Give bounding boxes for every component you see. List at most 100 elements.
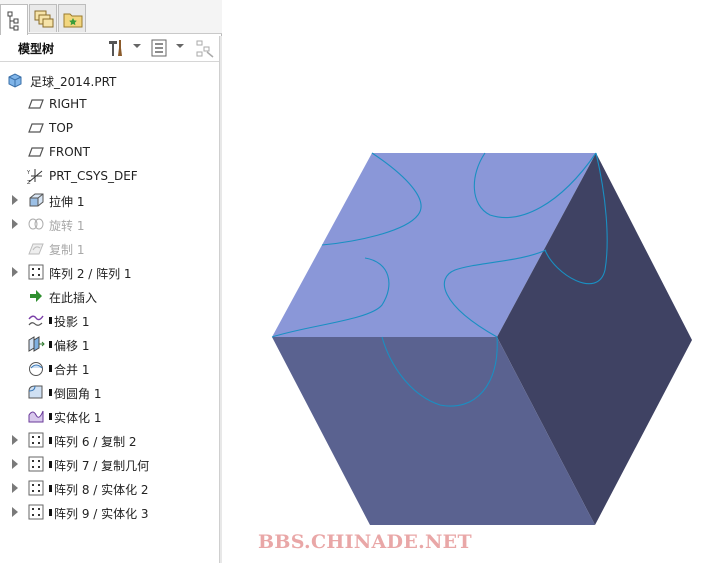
part-icon [8,73,22,88]
panel-tab-bar [0,0,222,35]
tree-item-text: 倒圆角 1 [54,387,102,401]
tree-root[interactable]: 足球_2014.PRT [0,68,220,92]
tree-item-label: PRT_CSYS_DEF [49,169,138,183]
tree-item-label: 阵列 7 / 复制几何 [49,457,149,474]
tree-filter-icon[interactable] [150,38,170,58]
offset-icon [28,336,45,352]
tree-item-merge[interactable]: 合并 1 [0,356,220,380]
tree-item-label: 阵列 8 / 实体化 2 [49,481,149,498]
pattern-icon [28,432,44,448]
model-tree-tab[interactable] [0,4,28,35]
datum-plane-icon [28,123,44,133]
tree-filter-dropdown-arrow[interactable] [176,44,184,48]
tree-item-top[interactable]: TOP [0,116,220,140]
tree-item-text: 投影 1 [54,315,90,329]
tree-item-text: 阵列 7 / 复制几何 [54,459,150,473]
layers-tab[interactable] [29,4,57,32]
tree-item-text: 阵列 8 / 实体化 2 [54,483,149,497]
tree-item-text: 偏移 1 [54,339,90,353]
model-tree-toolbar: 模型树 [0,36,220,60]
tree-item-label: 阵列 2 / 阵列 1 [49,267,132,281]
revolve-icon [28,218,44,230]
expand-arrow-icon[interactable] [12,483,18,493]
copy-icon [28,243,44,255]
round-icon [28,385,43,399]
tree-item-pattern-9[interactable]: 阵列 9 / 实体化 3 [0,500,220,524]
cube-model[interactable] [223,0,715,563]
tree-item-copy[interactable]: 复制 1 [0,236,220,260]
flag-marker [49,413,52,420]
tree-item-label: 阵列 9 / 实体化 3 [49,505,149,522]
favorites-tab[interactable] [58,4,86,32]
tree-item-revolve[interactable]: 旋转 1 [0,212,220,236]
tree-item-label: 投影 1 [49,313,89,330]
tree-item-pattern-7[interactable]: 阵列 7 / 复制几何 [0,452,220,476]
pattern-icon [28,480,44,496]
flag-marker [49,341,52,348]
tree-item-label: 复制 1 [49,243,85,257]
merge-icon [29,362,43,376]
tree-item-label: FRONT [49,145,90,159]
tree-item-csys[interactable]: Y Z PRT_CSYS_DEF [0,164,220,188]
layers-icon [34,10,54,28]
tree-item-label: 旋转 1 [49,219,85,233]
folder-star-icon [63,13,83,28]
tree-item-label: 倒圆角 1 [49,385,101,402]
pattern-icon [28,264,44,280]
datum-plane-icon [28,147,44,157]
expand-arrow-icon[interactable] [12,267,18,277]
flag-marker [49,389,52,396]
model-tree-title: 模型树 [18,42,55,56]
pattern-icon [28,504,44,520]
flag-marker [49,365,52,372]
pattern-icon [28,456,44,472]
flag-marker [49,485,52,492]
svg-text:Z: Z [27,180,31,185]
expand-arrow-icon[interactable] [12,507,18,517]
tree-item-text: 合并 1 [54,363,90,377]
settings-dropdown-arrow[interactable] [133,44,141,48]
tree-item-offset[interactable]: 偏移 1 [0,332,220,356]
flag-marker [49,509,52,516]
tree-root-label: 足球_2014.PRT [30,75,117,89]
tree-item-label: TOP [49,121,74,135]
flag-marker [49,437,52,444]
tree-item-text: 阵列 9 / 实体化 3 [54,507,149,521]
tree-item-label: 阵列 6 / 复制 2 [49,433,137,450]
tree-item-extrude[interactable]: 拉伸 1 [0,188,220,212]
tree-item-solidify[interactable]: 实体化 1 [0,404,220,428]
tree-item-label: 合并 1 [49,361,89,378]
tree-item-label: 在此插入 [49,291,98,305]
tree-item-label: 实体化 1 [49,409,101,426]
tree-item-pattern-8[interactable]: 阵列 8 / 实体化 2 [0,476,220,500]
extrude-icon [29,193,44,207]
graphics-viewport[interactable] [223,0,715,563]
flag-marker [49,317,52,324]
tree-item-text: 实体化 1 [54,411,102,425]
insert-here-icon [30,290,42,302]
toolbar-separator [0,61,220,62]
svg-text:Y: Y [27,170,31,176]
expand-arrow-icon[interactable] [12,435,18,445]
tree-item-text: 阵列 6 / 复制 2 [54,435,137,449]
tree-item-round[interactable]: 倒圆角 1 [0,380,220,404]
settings-tools-icon[interactable] [106,38,126,58]
tree-item-label: 偏移 1 [49,337,89,354]
tree-item-label: RIGHT [49,97,87,111]
tree-icon [7,11,19,31]
tree-item-right[interactable]: RIGHT [0,92,220,116]
expand-arrow-icon[interactable] [12,219,18,229]
tree-item-pattern-6[interactable]: 阵列 6 / 复制 2 [0,428,220,452]
expand-arrow-icon[interactable] [12,459,18,469]
datum-plane-icon [28,99,44,109]
tree-item-label: 拉伸 1 [49,195,85,209]
solidify-icon [28,410,44,423]
tree-item-insert-here[interactable]: 在此插入 [0,284,220,308]
panel-splitter[interactable] [219,36,222,563]
expand-arrow-icon[interactable] [12,195,18,205]
tree-item-front[interactable]: FRONT [0,140,220,164]
tree-item-pattern-2[interactable]: 阵列 2 / 阵列 1 [0,260,220,284]
tree-item-project[interactable]: 投影 1 [0,308,220,332]
coordinate-system-icon: Y Z [27,169,43,185]
show-columns-icon[interactable] [195,38,215,58]
